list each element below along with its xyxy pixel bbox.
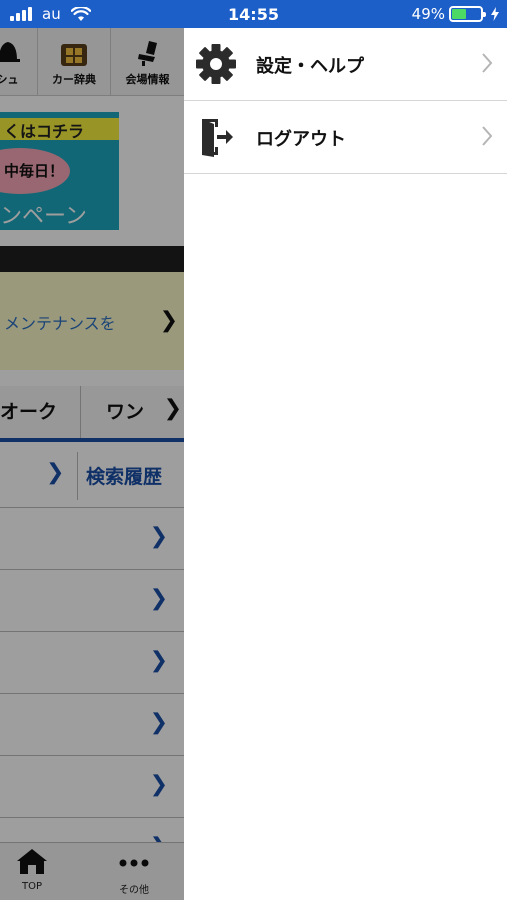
side-drawer: 設定・ヘルプ ログアウト: [184, 28, 507, 900]
logout-door-icon: [202, 119, 233, 157]
dim-overlay[interactable]: [0, 28, 184, 900]
chevron-right-icon: [482, 53, 493, 73]
battery-level-fill: [452, 9, 466, 19]
menu-item-label: ログアウト: [256, 129, 346, 150]
status-bar-right: 49%: [412, 5, 499, 23]
menu-item-label: 設定・ヘルプ: [256, 56, 364, 77]
status-bar: au 14:55 49%: [0, 0, 507, 28]
chevron-right-icon: [482, 126, 493, 146]
gear-icon: [196, 44, 236, 84]
menu-item-settings-help[interactable]: 設定・ヘルプ: [184, 28, 507, 101]
bolt-icon: [491, 7, 499, 21]
battery-icon: [449, 6, 486, 22]
menu-item-logout[interactable]: ログアウト: [184, 101, 507, 174]
battery-percent: 49%: [411, 5, 445, 23]
